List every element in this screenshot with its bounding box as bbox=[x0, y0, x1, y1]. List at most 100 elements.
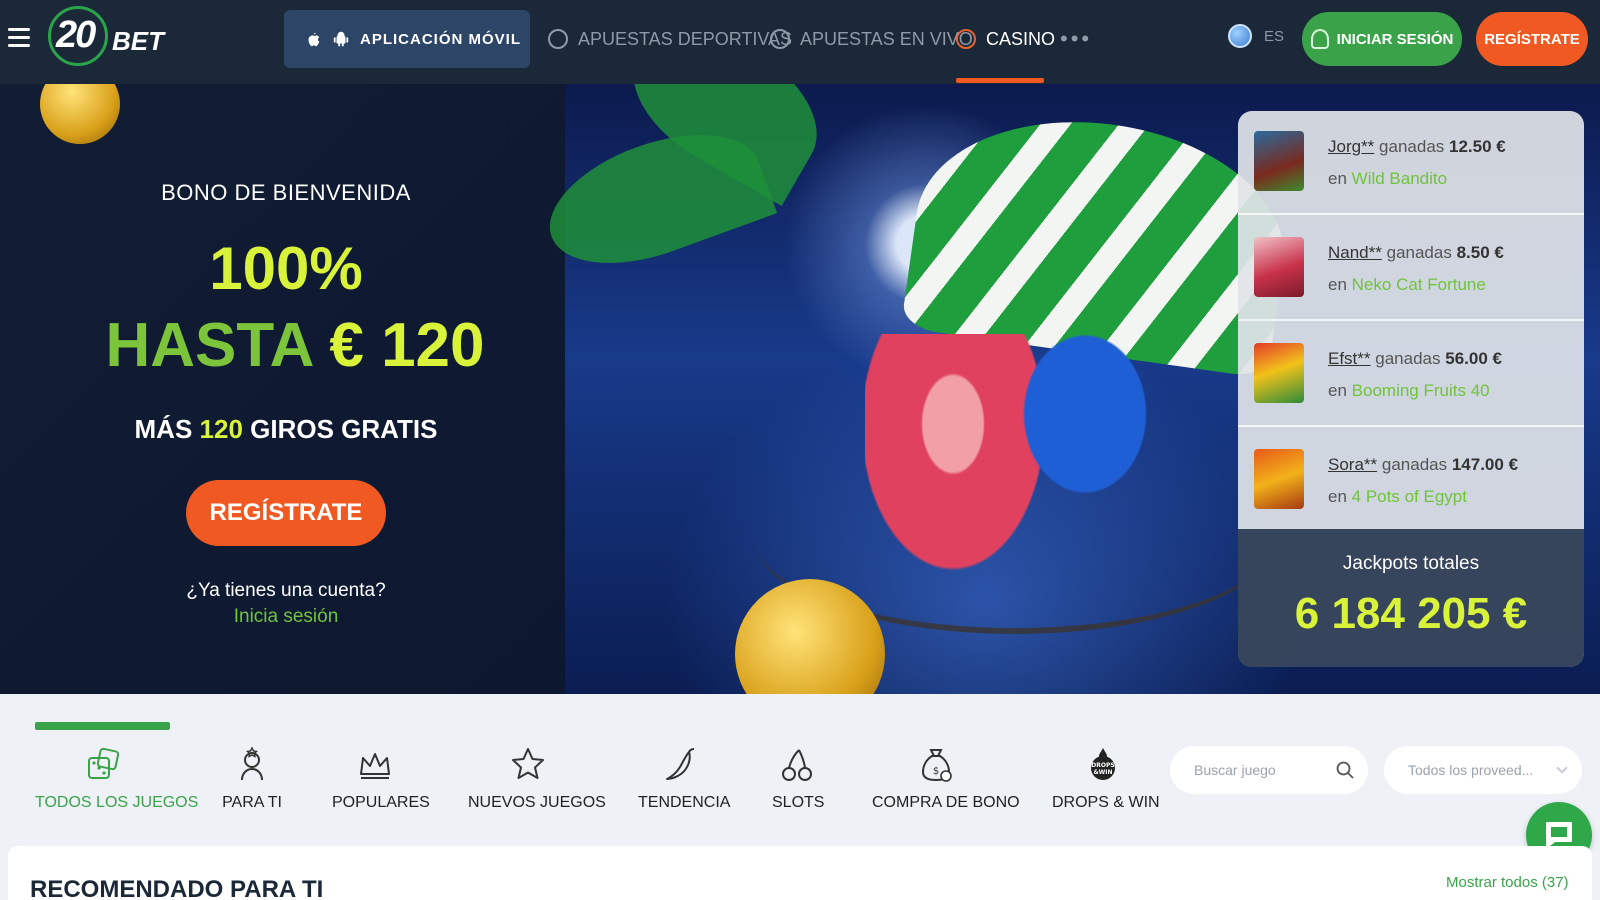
game-category-bar: TODOS LOS JUEGOS PARA TI POPULARES NUEVO… bbox=[0, 694, 1600, 846]
winner-won: ganadas bbox=[1381, 455, 1448, 474]
mobile-app-button[interactable]: APLICACIÓN MÓVIL bbox=[284, 10, 530, 68]
winner-user: Efst** bbox=[1328, 349, 1371, 368]
winner-in: en bbox=[1328, 487, 1347, 506]
winner-row: Nand** ganadas 8.50 € en Neko Cat Fortun… bbox=[1238, 217, 1584, 321]
apple-icon bbox=[308, 32, 320, 47]
logo-bet-text: BET bbox=[112, 26, 164, 56]
winner-in: en bbox=[1328, 275, 1347, 294]
category-drops-win[interactable]: DROPS &WIN DROPS & WIN bbox=[1052, 746, 1160, 838]
android-icon bbox=[333, 31, 349, 47]
svg-text:DROPS: DROPS bbox=[1091, 762, 1114, 769]
winner-line: Efst** ganadas 56.00 € bbox=[1328, 349, 1502, 369]
winner-game-line: en Booming Fruits 40 bbox=[1328, 381, 1490, 401]
globe-icon bbox=[1228, 24, 1252, 48]
dice-icon bbox=[87, 747, 119, 779]
category-label: DROPS & WIN bbox=[1052, 794, 1160, 811]
category-trending[interactable]: TENDENCIA bbox=[638, 746, 731, 838]
recent-winners-panel: Jorg** ganadas 12.50 € en Wild Bandito N… bbox=[1238, 111, 1584, 667]
winner-user: Sora** bbox=[1328, 455, 1378, 474]
hero-register-button[interactable]: REGÍSTRATE bbox=[186, 480, 386, 546]
winner-in: en bbox=[1328, 381, 1347, 400]
hamburger-menu-icon[interactable] bbox=[8, 28, 30, 48]
bonus-percent: 100% bbox=[209, 235, 363, 302]
winner-line: Jorg** ganadas 12.50 € bbox=[1328, 137, 1506, 157]
show-all-link[interactable]: Mostrar todos (37) bbox=[1446, 874, 1569, 891]
bonus-upto-word: HASTA bbox=[105, 311, 313, 380]
category-bonus-buy[interactable]: $ COMPRA DE BONO bbox=[872, 746, 1020, 838]
jackpot-title: Jackpots totales bbox=[1342, 553, 1480, 574]
more-menu-icon[interactable]: ••• bbox=[1060, 26, 1092, 52]
category-slots[interactable]: SLOTS bbox=[772, 746, 825, 838]
logo-number: 20 bbox=[56, 14, 96, 56]
soccer-ball-icon bbox=[548, 29, 568, 49]
winner-game-link[interactable]: Booming Fruits 40 bbox=[1352, 381, 1490, 400]
category-label: SLOTS bbox=[772, 794, 825, 811]
chevron-down-icon bbox=[1556, 762, 1568, 774]
winner-row: Sora** ganadas 147.00 € en 4 Pots of Egy… bbox=[1238, 429, 1584, 533]
jackpot-total: Jackpots totales 6 184 205 € bbox=[1238, 529, 1584, 667]
login-button[interactable]: INICIAR SESIÓN bbox=[1302, 12, 1462, 66]
winner-game-link[interactable]: Wild Bandito bbox=[1352, 169, 1447, 188]
have-account-text: ¿Ya tienes una cuenta? bbox=[186, 580, 386, 601]
top-navigation-bar: 20 BET APLICACIÓN MÓVIL APUESTAS DEPORTI… bbox=[0, 0, 1600, 84]
provider-select[interactable]: Todos los proveed... bbox=[1384, 746, 1582, 794]
winner-game-line: en Wild Bandito bbox=[1328, 169, 1447, 189]
winner-row: Efst** ganadas 56.00 € en Booming Fruits… bbox=[1238, 323, 1584, 427]
bonus-amount: HASTA € 120 bbox=[0, 310, 590, 381]
spins-suffix: GIROS GRATIS bbox=[250, 414, 438, 444]
spins-prefix: MÁS bbox=[134, 414, 193, 444]
login-label: INICIAR SESIÓN bbox=[1336, 30, 1454, 48]
logo[interactable]: 20 BET bbox=[48, 6, 168, 68]
hero-banner: BONO DE BIENVENIDA 100% HASTA € 120 MÁS … bbox=[0, 84, 1600, 694]
nav-link-live[interactable]: APUESTAS EN VIVO bbox=[770, 22, 973, 56]
nav-link-label: APUESTAS EN VIVO bbox=[800, 28, 973, 49]
language-code: ES bbox=[1264, 27, 1285, 45]
cherries-icon bbox=[782, 749, 812, 781]
active-category-indicator bbox=[35, 722, 170, 730]
category-all-games[interactable]: TODOS LOS JUEGOS bbox=[35, 746, 198, 838]
language-selector[interactable]: ES bbox=[1228, 24, 1284, 48]
active-nav-indicator bbox=[956, 78, 1044, 83]
person-star-icon bbox=[241, 746, 263, 781]
register-button[interactable]: REGÍSTRATE bbox=[1476, 12, 1588, 66]
winner-amount: 12.50 € bbox=[1449, 137, 1506, 156]
chili-pepper-icon bbox=[666, 748, 695, 780]
game-thumbnail[interactable] bbox=[1254, 131, 1304, 191]
hero-login-link[interactable]: Inicia sesión bbox=[0, 606, 572, 628]
winner-game-link[interactable]: 4 Pots of Egypt bbox=[1352, 487, 1467, 506]
game-search bbox=[1170, 746, 1368, 794]
game-thumbnail[interactable] bbox=[1254, 449, 1304, 509]
svg-text:$: $ bbox=[933, 766, 939, 777]
winner-line: Nand** ganadas 8.50 € bbox=[1328, 243, 1504, 263]
winner-game-link[interactable]: Neko Cat Fortune bbox=[1352, 275, 1486, 294]
winner-in: en bbox=[1328, 169, 1347, 188]
stopwatch-icon bbox=[770, 29, 790, 49]
spins-count: 120 bbox=[199, 414, 243, 444]
game-thumbnail[interactable] bbox=[1254, 237, 1304, 297]
category-new-games[interactable]: NUEVOS JUEGOS bbox=[468, 746, 606, 838]
user-icon bbox=[1310, 29, 1329, 49]
mobile-app-label: APLICACIÓN MÓVIL bbox=[360, 30, 521, 48]
nav-link-casino[interactable]: CASINO bbox=[956, 22, 1055, 56]
winner-user: Jorg** bbox=[1328, 137, 1375, 156]
bonus-label: BONO DE BIENVENIDA bbox=[161, 180, 411, 205]
category-label: COMPRA DE BONO bbox=[872, 794, 1020, 811]
star-icon bbox=[512, 748, 544, 779]
category-for-you[interactable]: PARA TI bbox=[210, 746, 294, 838]
provider-value: Todos los proveed... bbox=[1408, 762, 1534, 778]
free-spins-text: MÁS 120 GIROS GRATIS bbox=[0, 414, 572, 445]
search-icon[interactable] bbox=[1336, 761, 1354, 779]
category-popular[interactable]: POPULARES bbox=[332, 746, 430, 838]
winner-amount: 147.00 € bbox=[1451, 455, 1519, 474]
winner-game-line: en Neko Cat Fortune bbox=[1328, 275, 1486, 295]
winner-game-line: en 4 Pots of Egypt bbox=[1328, 487, 1467, 507]
search-input[interactable] bbox=[1194, 762, 1334, 778]
category-label: POPULARES bbox=[332, 794, 430, 811]
recommended-section: RECOMENDADO PARA TI Mostrar todos (37) bbox=[8, 846, 1592, 900]
welcome-bonus: BONO DE BIENVENIDA 100% HASTA € 120 MÁS … bbox=[0, 84, 572, 694]
winner-amount: 56.00 € bbox=[1445, 349, 1502, 368]
category-label: TENDENCIA bbox=[638, 794, 731, 811]
game-thumbnail[interactable] bbox=[1254, 343, 1304, 403]
nav-link-label: CASINO bbox=[986, 28, 1056, 49]
nav-link-sports[interactable]: APUESTAS DEPORTIVAS bbox=[548, 22, 792, 56]
